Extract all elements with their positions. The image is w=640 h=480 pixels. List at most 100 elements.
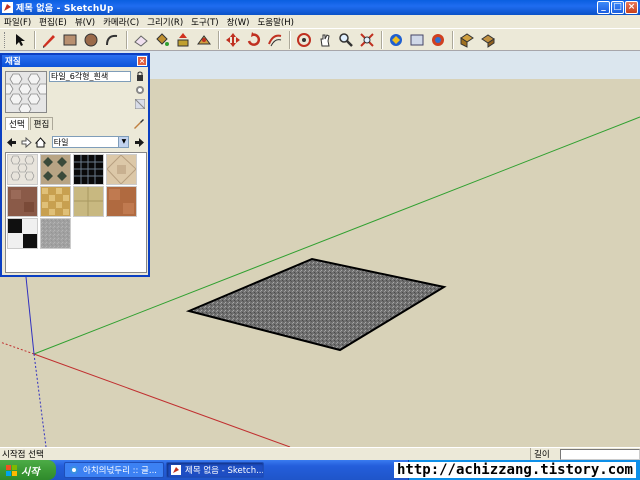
zoom-tool[interactable] xyxy=(336,30,356,50)
components-icon xyxy=(460,32,474,48)
minimize-button[interactable]: _ xyxy=(597,1,610,14)
material-swatch-grid xyxy=(5,152,147,273)
hexagon-white-tile-swatch xyxy=(8,155,37,184)
title-bar: 제목 없음 - SketchUp _ □ × xyxy=(0,0,640,15)
circle-icon xyxy=(84,33,98,46)
red-axis xyxy=(33,353,291,447)
details-button[interactable] xyxy=(132,135,146,149)
menu-file[interactable]: 파일(F) xyxy=(4,16,31,28)
menu-edit[interactable]: 편집(E) xyxy=(39,16,67,28)
library-dropdown-value: 타일 xyxy=(53,137,69,147)
rotate-tool[interactable] xyxy=(244,30,264,50)
tab-edit[interactable]: 편집 xyxy=(29,117,54,130)
default-material-icon xyxy=(135,99,145,109)
default-material-button[interactable] xyxy=(134,98,146,110)
toolbar-separator xyxy=(452,30,454,49)
offset-tool[interactable] xyxy=(265,30,285,50)
move-tool[interactable] xyxy=(223,30,243,50)
back-button[interactable] xyxy=(5,135,19,149)
taskbar-item-browser[interactable]: 아치의넋두리 :: 글... xyxy=(64,462,164,478)
blue-axis xyxy=(25,276,35,355)
tab-select[interactable]: 선택 xyxy=(5,117,29,130)
status-message: 시작점 선택 xyxy=(2,450,44,460)
toolbar xyxy=(0,29,640,51)
window-title: 제목 없음 - SketchUp xyxy=(16,4,114,14)
menu-help[interactable]: 도움말(H) xyxy=(257,16,293,28)
terracotta-tile-swatch xyxy=(107,187,136,216)
checker-black-white-tile-swatch xyxy=(8,219,37,248)
share-model-tool[interactable] xyxy=(407,30,427,50)
textured-rectangle-face[interactable] xyxy=(185,257,447,352)
maximize-button[interactable]: □ xyxy=(611,1,624,14)
move-icon xyxy=(226,32,240,47)
photo-textures-icon xyxy=(481,33,495,48)
swatch-diamond-brown-tile[interactable] xyxy=(40,154,71,185)
swatch-gray-granite-tile[interactable] xyxy=(40,218,71,249)
push-pull-icon xyxy=(177,32,189,46)
menu-view[interactable]: 뷰(V) xyxy=(75,16,95,28)
toolbar-separator xyxy=(126,30,128,49)
google-earth-tool[interactable] xyxy=(428,30,448,50)
toolbar-separator xyxy=(218,30,220,49)
toolbar-grip[interactable] xyxy=(4,31,7,48)
home-button[interactable] xyxy=(34,135,48,149)
swatch-red-stone-tile[interactable] xyxy=(7,186,38,217)
taskbar-item-sketchup[interactable]: 제목 없음 - Sketch... xyxy=(166,462,264,478)
orbit-tool[interactable] xyxy=(294,30,314,50)
swatch-terracotta-tile[interactable] xyxy=(106,186,137,217)
beige-stone-tile-swatch xyxy=(106,154,137,185)
sample-paint-button[interactable] xyxy=(132,116,146,130)
swatch-hexagon-white-tile[interactable] xyxy=(7,154,38,185)
swatch-checker-black-white-tile[interactable] xyxy=(7,218,38,249)
lock-icon xyxy=(137,71,143,81)
internet-explorer-icon xyxy=(70,466,78,474)
menu-tools[interactable]: 도구(T) xyxy=(191,16,218,28)
zoom-icon xyxy=(339,32,353,47)
select-tool[interactable] xyxy=(10,30,30,50)
menu-camera[interactable]: 카메라(C) xyxy=(103,16,139,28)
offset-icon xyxy=(268,34,282,46)
toolbar-separator xyxy=(381,30,383,49)
swatch-ochre-mosaic-tile[interactable] xyxy=(40,186,71,217)
menu-draw[interactable]: 그리기(R) xyxy=(147,16,183,28)
measurement-label: 길이 xyxy=(530,448,560,460)
start-label: 시작 xyxy=(21,466,40,478)
measurement-input[interactable] xyxy=(560,448,640,460)
red-stone-tile-swatch xyxy=(8,187,37,216)
close-button[interactable]: × xyxy=(625,1,638,14)
material-name-field[interactable]: 타일_6각형_흰색 xyxy=(49,71,131,82)
pan-tool[interactable] xyxy=(315,30,335,50)
system-tray: http://achizzang.tistory.com xyxy=(393,460,640,480)
forward-button[interactable] xyxy=(20,135,34,149)
display-secondary-browser-button[interactable] xyxy=(134,70,146,82)
arrow-left-icon xyxy=(7,137,17,147)
pencil-tool[interactable] xyxy=(39,30,59,50)
start-button[interactable]: 시작 xyxy=(0,460,56,480)
blue-axis-dotted xyxy=(33,353,47,447)
library-dropdown[interactable]: 타일 ▼ xyxy=(51,136,130,148)
components-tool[interactable] xyxy=(457,30,477,50)
paint-bucket-tool[interactable] xyxy=(152,30,172,50)
photo-textures-tool[interactable] xyxy=(478,30,498,50)
chevron-down-icon: ▼ xyxy=(118,137,129,147)
materials-title-bar[interactable]: 재질 × xyxy=(2,55,148,67)
swatch-beige-stone-tile[interactable] xyxy=(106,154,137,185)
rectangle-tool[interactable] xyxy=(60,30,80,50)
windows-taskbar: 시작 아치의넋두리 :: 글... 제목 없음 - Sketch... http… xyxy=(0,460,640,480)
toolbar-separator xyxy=(34,30,36,49)
follow-me-tool[interactable] xyxy=(194,30,214,50)
eraser-tool[interactable] xyxy=(131,30,151,50)
get-models-tool[interactable] xyxy=(386,30,406,50)
zoom-extents-icon xyxy=(360,32,374,47)
circle-tool[interactable] xyxy=(81,30,101,50)
zoom-extents-tool[interactable] xyxy=(357,30,377,50)
materials-close-button[interactable]: × xyxy=(137,56,147,66)
create-material-button[interactable] xyxy=(134,84,146,96)
swatch-sandstone-tile[interactable] xyxy=(73,186,104,217)
swatch-black-grid-tile[interactable] xyxy=(73,154,104,185)
push-pull-tool[interactable] xyxy=(173,30,193,50)
menu-window[interactable]: 창(W) xyxy=(227,16,250,28)
pan-icon xyxy=(320,33,330,46)
ochre-mosaic-tile-swatch xyxy=(41,187,70,216)
arc-tool[interactable] xyxy=(102,30,122,50)
